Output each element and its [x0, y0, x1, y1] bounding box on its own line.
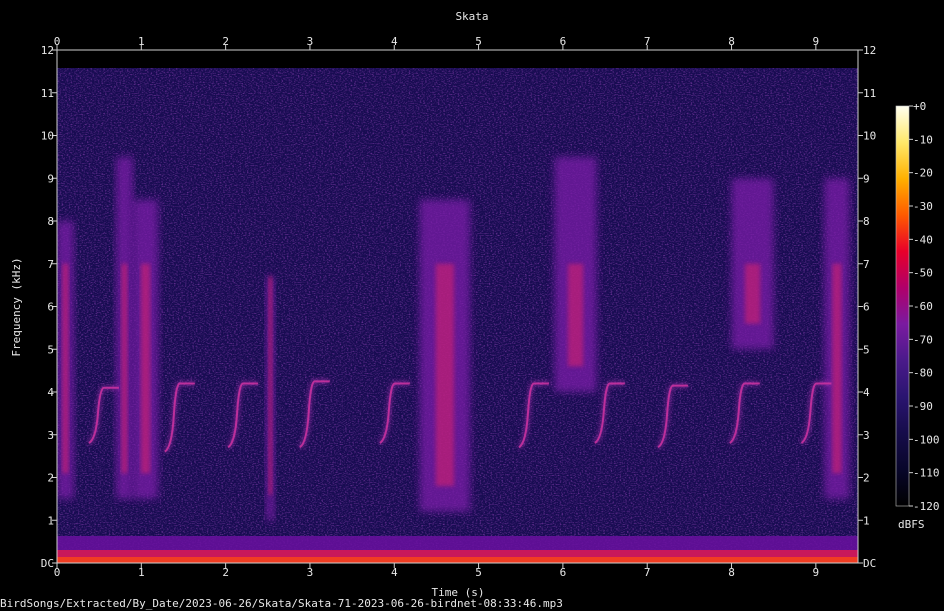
y-tick-label-right: 10 — [863, 130, 876, 143]
x-tick-label-bottom: 3 — [307, 566, 314, 579]
spectrogram-figure: Skata 0123456789 0123456789 DC1234567891… — [0, 10, 940, 610]
y-tick-label-left: 12 — [41, 44, 54, 57]
y-tick-label-left: 11 — [41, 87, 54, 100]
y-tick-label-left: 1 — [47, 514, 54, 527]
x-tick-label-bottom: 9 — [813, 566, 820, 579]
colorbar-tick-label: -70 — [913, 333, 933, 346]
broadband-call-core-4 — [435, 263, 454, 487]
x-tick-label-top: 8 — [728, 35, 735, 48]
x-tick-label-bottom: 8 — [728, 566, 735, 579]
y-tick-label-right: 11 — [863, 87, 876, 100]
x-axis-bottom: 0 1 2 3 4 5 6 7 8 9 — [54, 563, 819, 579]
x-tick-label-top: 2 — [222, 35, 229, 48]
x-tick-label-top: 7 — [644, 35, 651, 48]
y-tick-label-left: 6 — [47, 301, 54, 314]
chart-title: Skata — [455, 10, 488, 23]
colorbar-tick-label: -10 — [913, 133, 933, 146]
x-tick-label-bottom: 0 — [54, 566, 61, 579]
y-tick-label-right: DC — [863, 557, 876, 570]
x-tick-label-bottom: 1 — [138, 566, 145, 579]
x-tick-label-top: 1 — [138, 35, 145, 48]
colorbar-tick-label: -100 — [913, 433, 940, 446]
y-axis-label: Frequency (kHz) — [10, 257, 23, 356]
x-tick-label-top: 9 — [813, 35, 820, 48]
broadband-call-core-1 — [121, 263, 128, 474]
colorbar-tick-label: -90 — [913, 400, 933, 413]
low-frequency-band — [57, 536, 858, 550]
y-tick-label-left: 5 — [47, 343, 54, 356]
x-tick-label-top: 5 — [475, 35, 482, 48]
colorbar-tick-label: -20 — [913, 167, 933, 180]
y-tick-label-right: 5 — [863, 343, 870, 356]
y-tick-label-left: 3 — [47, 429, 54, 442]
file-path: BirdSongs/Extracted/By_Date/2023-06-26/S… — [0, 597, 563, 610]
broadband-call-core-5 — [567, 263, 584, 367]
x-tick-label-top: 0 — [54, 35, 61, 48]
x-tick-label-top: 6 — [560, 35, 567, 48]
y-tick-label-right: 7 — [863, 258, 870, 271]
y-axis-right: DC123456789101112 — [858, 44, 876, 570]
x-tick-label-bottom: 2 — [222, 566, 229, 579]
broadband-call-core-3 — [268, 276, 273, 495]
y-tick-label-left: 9 — [47, 172, 54, 185]
y-axis-left: DC123456789101112 — [41, 44, 57, 570]
colorbar-tick-label: -110 — [913, 467, 940, 480]
colorbar-label: dBFS — [898, 518, 925, 531]
y-tick-label-left: 8 — [47, 215, 54, 228]
y-tick-label-left: 2 — [47, 472, 54, 485]
y-tick-label-right: 6 — [863, 301, 870, 314]
x-tick-label-top: 3 — [307, 35, 314, 48]
colorbar-tick-label: -40 — [913, 233, 933, 246]
x-tick-label-bottom: 5 — [475, 566, 482, 579]
broadband-call-core-2 — [140, 263, 151, 474]
broadband-call-core-6 — [745, 263, 761, 324]
x-tick-label-bottom: 7 — [644, 566, 651, 579]
colorbar-tick-label: -50 — [913, 267, 933, 280]
broadband-call-core-7 — [832, 263, 842, 474]
x-tick-label-bottom: 6 — [560, 566, 567, 579]
y-tick-label-right: 4 — [863, 386, 870, 399]
colorbar-tick-label: -120 — [913, 500, 940, 513]
y-tick-label-right: 9 — [863, 172, 870, 185]
colorbar-tick-label: -60 — [913, 300, 933, 313]
y-tick-label-right: 2 — [863, 472, 870, 485]
colorbar-gradient — [896, 106, 909, 506]
y-tick-label-right: 1 — [863, 514, 870, 527]
y-tick-label-left: 7 — [47, 258, 54, 271]
colorbar-tick-label: +0 — [913, 100, 926, 113]
broadband-call-core-0 — [62, 263, 69, 474]
y-tick-label-right: 8 — [863, 215, 870, 228]
x-tick-label-bottom: 4 — [391, 566, 398, 579]
dc-band-hot — [57, 557, 858, 563]
plot-area — [57, 50, 858, 563]
colorbar-tick-label: -30 — [913, 200, 933, 213]
y-tick-label-right: 12 — [863, 44, 876, 57]
y-tick-label-left: 4 — [47, 386, 54, 399]
y-tick-label-left: DC — [41, 557, 54, 570]
y-tick-label-right: 3 — [863, 429, 870, 442]
colorbar-tick-label: -80 — [913, 367, 933, 380]
x-axis-top: 0 1 2 3 4 5 6 7 8 9 — [54, 35, 819, 50]
x-tick-label-top: 4 — [391, 35, 398, 48]
colorbar-ticks: +0 -10 -20 -30 -40 -50 -60 -70 -80 -90 -100 -110 -12… — [909, 100, 940, 513]
y-tick-label-left: 10 — [41, 130, 54, 143]
colorbar: +0 -10 -20 -30 -40 -50 -60 -70 -80 -90 -100 -110 -12… — [895, 100, 940, 531]
